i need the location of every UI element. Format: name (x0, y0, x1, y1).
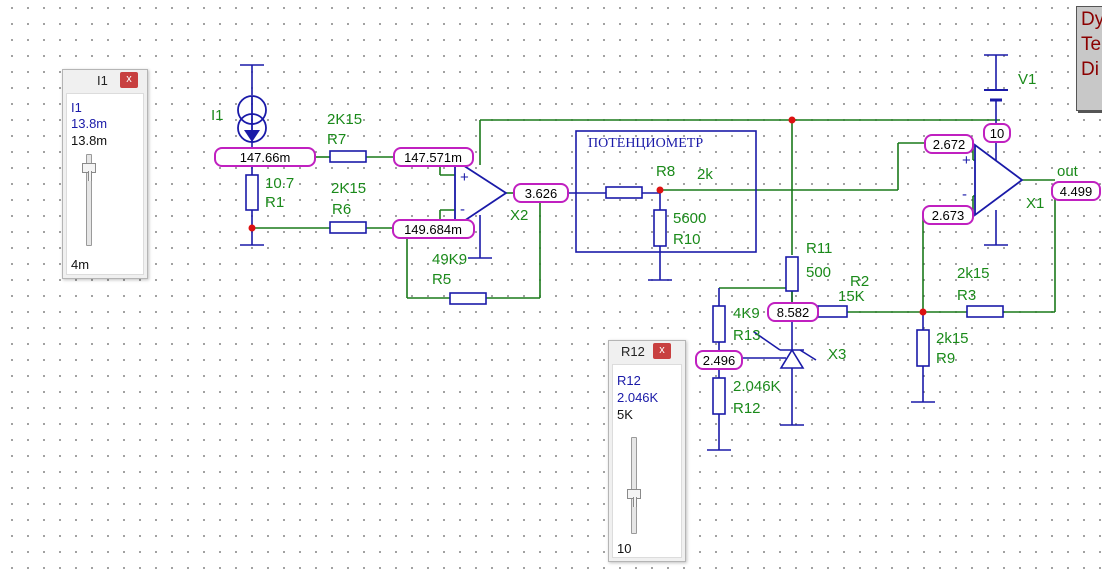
voltage-source-v1[interactable] (984, 89, 1008, 102)
resistor-r8[interactable] (605, 186, 643, 199)
circuit-schematic: 147.66m 147.571m 149.684m 3.626 10 2.672… (211, 54, 1101, 451)
label-r3-name: R3 (957, 287, 976, 304)
slider-window-r12-titlebar[interactable]: R12 x (609, 341, 685, 363)
slider-i1-value: 13.8m (71, 116, 108, 131)
slider-r12-value: 2.046K (617, 390, 659, 405)
slider-window-r12-title: R12 (621, 344, 645, 359)
resistor-r6[interactable] (329, 221, 367, 234)
slider-i1-name: I1 (71, 100, 82, 115)
resistor-r2[interactable] (817, 305, 848, 318)
label-out: out (1057, 163, 1079, 180)
slider-r12-max: 5K (617, 407, 633, 422)
slider-window-r12-body: R12 2.046K 5K 10 (612, 364, 682, 558)
current-source-i1[interactable] (237, 95, 267, 143)
probe-v1-node: 10 (983, 123, 1011, 143)
svg-text:147.66m: 147.66m (240, 150, 291, 165)
probe-r7-right: 147.571m (393, 147, 474, 167)
info-panel: Dy Te Di (1076, 6, 1102, 111)
slider-i1-min: 4m (71, 257, 90, 272)
regulator-x3[interactable] (779, 348, 805, 369)
label-i1: I1 (211, 107, 224, 124)
svg-text:3.626: 3.626 (525, 186, 558, 201)
resistor-r7[interactable] (329, 150, 367, 163)
label-r11-name: R11 (806, 240, 832, 257)
svg-text:2.496: 2.496 (703, 353, 736, 368)
slider-window-i1-titlebar[interactable]: I1 x (63, 70, 147, 92)
label-x1-name: X1 (1026, 195, 1044, 212)
label-r8-name: R8 (656, 163, 675, 180)
resistor-r5[interactable] (449, 292, 487, 305)
slider-r12-thumb[interactable] (627, 489, 641, 507)
close-icon[interactable]: x (653, 343, 671, 359)
label-r2-value: 15K (838, 288, 865, 305)
probe-x1-out: 4.499 (1051, 181, 1101, 201)
resistor-r1[interactable] (245, 174, 259, 211)
label-r8-value: 2k (697, 166, 713, 183)
resistor-r11[interactable] (785, 256, 799, 292)
label-r6-name: R6 (332, 201, 351, 218)
svg-text:8.582: 8.582 (777, 305, 810, 320)
label-pot-title: ПОТЕНЦИОМЕТР (588, 136, 703, 151)
resistor-r13[interactable] (712, 305, 726, 343)
label-r1-value: 10.7 (265, 175, 294, 192)
probe-i1-node: 147.66m (214, 147, 316, 167)
slider-window-i1[interactable]: I1 x I1 13.8m 13.8m 4m (62, 69, 148, 279)
label-x2-name: X2 (510, 207, 528, 224)
svg-text:149.684m: 149.684m (404, 222, 462, 237)
info-line-3: Di (1081, 59, 1099, 80)
label-r9-name: R9 (936, 350, 955, 367)
resistor-r10[interactable] (653, 209, 667, 247)
x2-minus-sign: - (460, 201, 465, 218)
probe-x2-out: 3.626 (513, 183, 569, 203)
label-r12-name: R12 (733, 400, 761, 417)
probe-r11-node: 8.582 (767, 302, 819, 322)
slider-window-i1-body: I1 13.8m 13.8m 4m (66, 93, 144, 275)
info-line-2: Te (1081, 34, 1102, 55)
slider-r12-name: R12 (617, 373, 641, 388)
label-r10-name: R10 (673, 231, 701, 248)
probe-x1-plus: 2.672 (924, 134, 974, 154)
label-r1-name: R1 (265, 194, 284, 211)
probe-r6-right: 149.684m (392, 219, 475, 239)
slider-i1-thumb[interactable] (82, 163, 96, 181)
probe-r13-node: 2.496 (695, 350, 743, 370)
resistor-r3[interactable] (966, 305, 1004, 318)
label-r11-value: 500 (806, 264, 831, 281)
svg-text:147.571m: 147.571m (404, 150, 462, 165)
label-r5-name: R5 (432, 271, 451, 288)
resistor-r12[interactable] (712, 377, 726, 415)
label-r13-name: R13 (733, 327, 761, 344)
probe-x1-minus: 2.673 (922, 205, 974, 225)
x2-plus-sign: + (460, 169, 469, 186)
slider-window-i1-title: I1 (97, 73, 108, 88)
label-r6-value: 2K15 (331, 180, 366, 197)
svg-text:10: 10 (990, 126, 1004, 141)
x1-minus-sign: - (962, 186, 967, 203)
info-line-1: Dy (1081, 9, 1102, 30)
close-icon[interactable]: x (120, 72, 138, 88)
slider-r12-track[interactable] (631, 437, 637, 534)
label-r13-value: 4K9 (733, 305, 760, 322)
x1-plus-sign: + (962, 152, 971, 169)
opamp-x1[interactable] (974, 143, 1024, 217)
label-r10-value: 5600 (673, 210, 706, 227)
svg-text:2.672: 2.672 (933, 137, 966, 152)
resistor-r9[interactable] (916, 329, 930, 367)
label-r7-value: 2K15 (327, 111, 362, 128)
svg-text:4.499: 4.499 (1060, 184, 1093, 199)
slider-r12-min: 10 (617, 541, 632, 556)
slider-i1-max: 13.8m (71, 133, 108, 148)
svg-text:2.673: 2.673 (932, 208, 965, 223)
label-v1-name: V1 (1018, 71, 1036, 88)
label-r12-value: 2.046K (733, 378, 781, 395)
slider-window-r12[interactable]: R12 x R12 2.046K 5K 10 (608, 340, 686, 562)
label-r9-value: 2k15 (936, 330, 969, 347)
label-r7-name: R7 (327, 131, 346, 148)
label-r3-value: 2k15 (957, 265, 990, 282)
label-r5-value: 49K9 (432, 251, 467, 268)
label-x3-name: X3 (828, 346, 846, 363)
